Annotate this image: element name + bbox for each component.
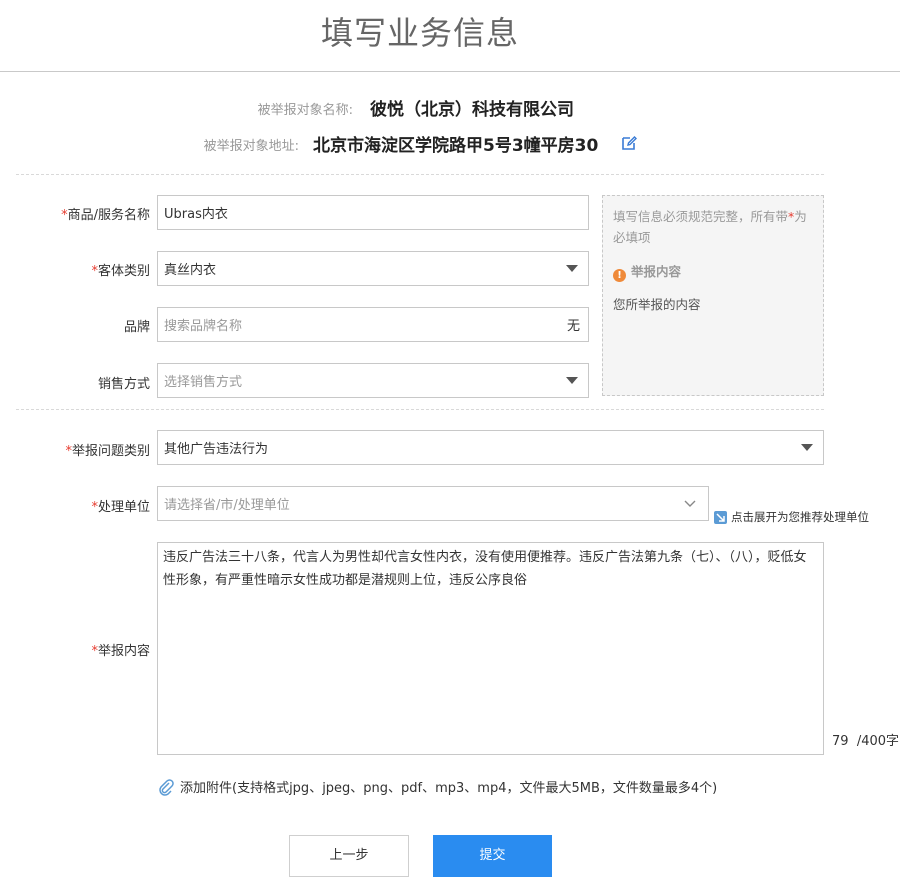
- section-divider: [16, 409, 824, 410]
- notice-panel: 填写信息必须规范完整，所有带*为必填项 ! 举报内容 您所举报的内容: [602, 195, 824, 396]
- brand-none-option[interactable]: 无: [567, 315, 580, 334]
- warning-icon: !: [613, 269, 626, 282]
- caret-down-icon: [566, 265, 578, 272]
- target-address-label: 被举报对象地址:: [203, 139, 299, 154]
- caret-down-icon: [566, 377, 578, 384]
- brand-search-input[interactable]: 搜索品牌名称 无: [157, 307, 589, 342]
- page-title: 填写业务信息: [320, 14, 519, 52]
- notice-section-body: 您所举报的内容: [613, 297, 701, 312]
- handler-label: *处理单位: [91, 500, 150, 515]
- issue-type-select[interactable]: 其他广告违法行为: [157, 430, 824, 465]
- notice-section-title: ! 举报内容: [613, 261, 813, 282]
- product-label: *商品/服务名称: [61, 208, 150, 223]
- section-divider: [16, 174, 824, 175]
- issue-type-label: *举报问题类别: [65, 444, 150, 459]
- report-content-textarea[interactable]: 违反广告法三十八条，代言人为男性却代言女性内衣，没有使用便推荐。违反广告法第九条…: [157, 542, 824, 755]
- title-divider: [0, 71, 900, 72]
- category-select[interactable]: 真丝内衣: [157, 251, 589, 286]
- content-label: *举报内容: [91, 644, 150, 659]
- handler-unit-select[interactable]: 请选择省/市/处理单位: [157, 486, 709, 521]
- target-name-label: 被举报对象名称:: [257, 103, 353, 118]
- notice-text: 填写信息必须规范完整，所有带*为必填项: [613, 209, 807, 245]
- add-attachment-link[interactable]: 添加附件(支持格式jpg、jpeg、png、pdf、mp3、mp4，文件最大5M…: [157, 777, 717, 796]
- recommend-handler-link[interactable]: 点击展开为您推荐处理单位: [714, 509, 869, 525]
- product-input[interactable]: Ubras内衣: [157, 195, 589, 230]
- caret-down-icon: [801, 444, 813, 451]
- char-counter: 79 /400字: [832, 734, 900, 749]
- sales-label: 销售方式: [97, 377, 150, 392]
- chevron-down-icon: [684, 500, 696, 507]
- paperclip-icon: [159, 778, 174, 796]
- sales-method-select[interactable]: 选择销售方式: [157, 363, 589, 398]
- submit-button[interactable]: 提交: [433, 835, 552, 877]
- previous-step-button[interactable]: 上一步: [289, 835, 409, 877]
- target-address-value: 北京市海淀区学院路甲5号3幢平房30: [313, 136, 599, 156]
- brand-label: 品牌: [123, 320, 150, 335]
- category-label: *客体类别: [91, 264, 150, 279]
- edit-icon[interactable]: [621, 135, 637, 151]
- target-name-value: 彼悦（北京）科技有限公司: [370, 100, 574, 120]
- expand-icon: [714, 510, 727, 524]
